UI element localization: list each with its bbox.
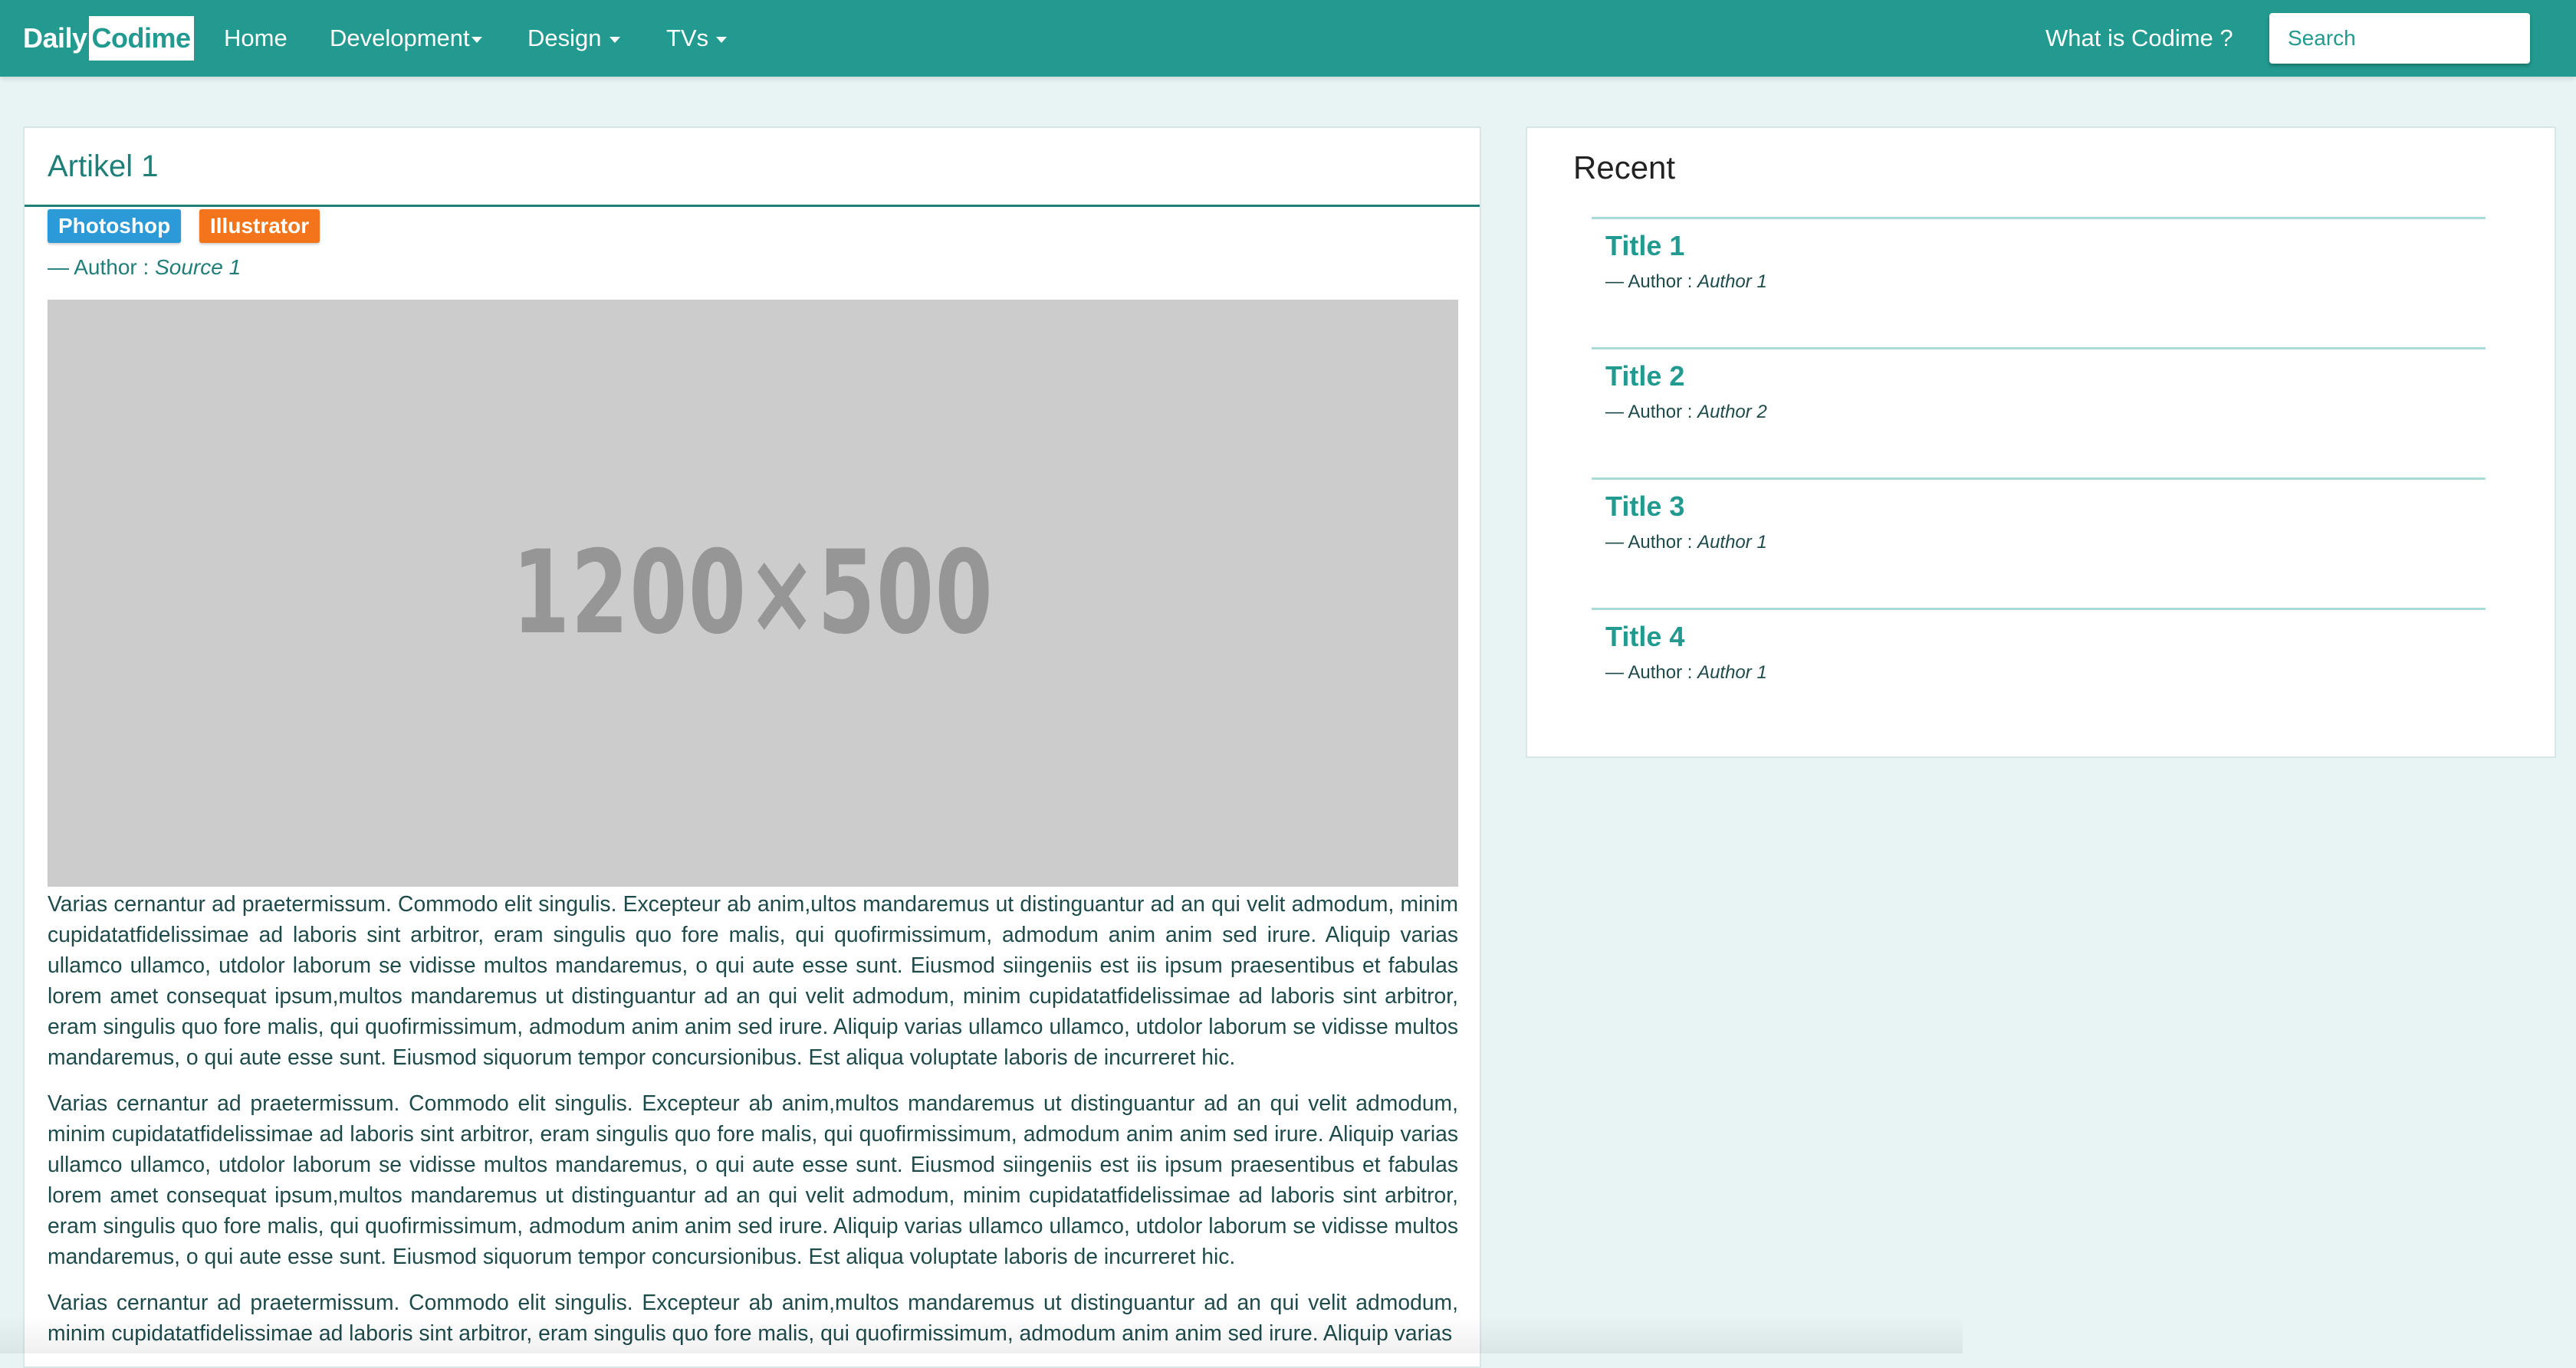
recent-item-author: — Author : Author 1 [1605,271,1767,293]
nav-item-design-label: Design [527,25,602,51]
recent-item-author: — Author : Author 2 [1605,402,1767,423]
article-image-placeholder: 1200×500 [48,300,1458,887]
recent-list-item[interactable]: Title 3 — Author : Author 1 [1592,477,2486,606]
recent-item-title[interactable]: Title 2 [1605,360,1684,392]
nav-item-what-is-codime-label: What is Codime ? [2045,25,2233,51]
recent-list-item[interactable]: Title 1 — Author : Author 1 [1592,217,2486,346]
article-paragraph: Varias cernantur ad praetermissum. Commo… [48,1290,1458,1345]
recent-item-author: — Author : Author 1 [1605,532,1767,553]
sidebar-title: Recent [1573,149,1676,185]
recent-list-item[interactable]: Title 4 — Author : Author 1 [1592,608,2486,736]
article-card: Artikel 1 Photoshop Illustrator — Author… [23,126,1481,1368]
top-navbar: Daily Codime Home Development Design TVs… [0,0,2576,77]
recent-item-author-prefix: — Author : [1605,662,1698,683]
nav-item-what-is-codime[interactable]: What is Codime ? [2045,0,2233,77]
image-placeholder-label: 1200×500 [511,527,994,660]
article-paragraph: Varias cernantur ad praetermissum. Commo… [48,1091,1458,1268]
search-input[interactable] [2269,13,2530,64]
nav-item-tvs[interactable]: TVs [666,0,728,77]
brand-logo[interactable]: Daily Codime [23,15,194,61]
article-body: Varias cernantur ad praetermissum. Commo… [48,888,1458,1363]
chevron-down-icon [716,37,728,43]
recent-item-author-prefix: — Author : [1605,402,1698,422]
article-paragraph: Varias cernantur ad praetermissum. Commo… [48,891,1458,1069]
recent-list-item[interactable]: Title 2 — Author : Author 2 [1592,347,2486,476]
tag-illustrator[interactable]: Illustrator [199,209,320,243]
article-title: Artikel 1 [48,149,159,183]
recent-item-title[interactable]: Title 4 [1605,621,1684,653]
byline-prefix: — Author : [48,255,156,279]
chevron-down-icon [471,37,482,43]
article-divider [25,205,1480,207]
recent-item-author-prefix: — Author : [1605,532,1698,553]
recent-item-author-prefix: — Author : [1605,271,1698,292]
byline-source: Source 1 [155,255,242,279]
nav-item-development[interactable]: Development [330,0,482,77]
nav-item-home-label: Home [224,25,288,51]
recent-sidebar: Recent Title 1 — Author : Author 1 Title… [1526,126,2556,758]
recent-item-title[interactable]: Title 3 [1605,490,1684,523]
recent-item-author-name: Author 1 [1697,662,1767,683]
recent-item-author-name: Author 2 [1697,402,1767,422]
chevron-down-icon [609,37,620,43]
recent-item-author-name: Author 1 [1697,532,1767,553]
recent-item-title[interactable]: Title 1 [1605,230,1684,262]
nav-item-development-label: Development [330,25,470,51]
recent-item-author-name: Author 1 [1697,271,1767,292]
brand-part-daily: Daily [23,22,87,54]
brand-part-codime: Codime [88,16,194,61]
tag-photoshop[interactable]: Photoshop [48,209,182,243]
article-byline: — Author : Source 1 [48,255,241,280]
recent-item-author: — Author : Author 1 [1605,662,1767,684]
nav-item-home[interactable]: Home [224,0,288,77]
nav-item-design[interactable]: Design [527,0,620,77]
nav-item-tvs-label: TVs [666,25,709,51]
